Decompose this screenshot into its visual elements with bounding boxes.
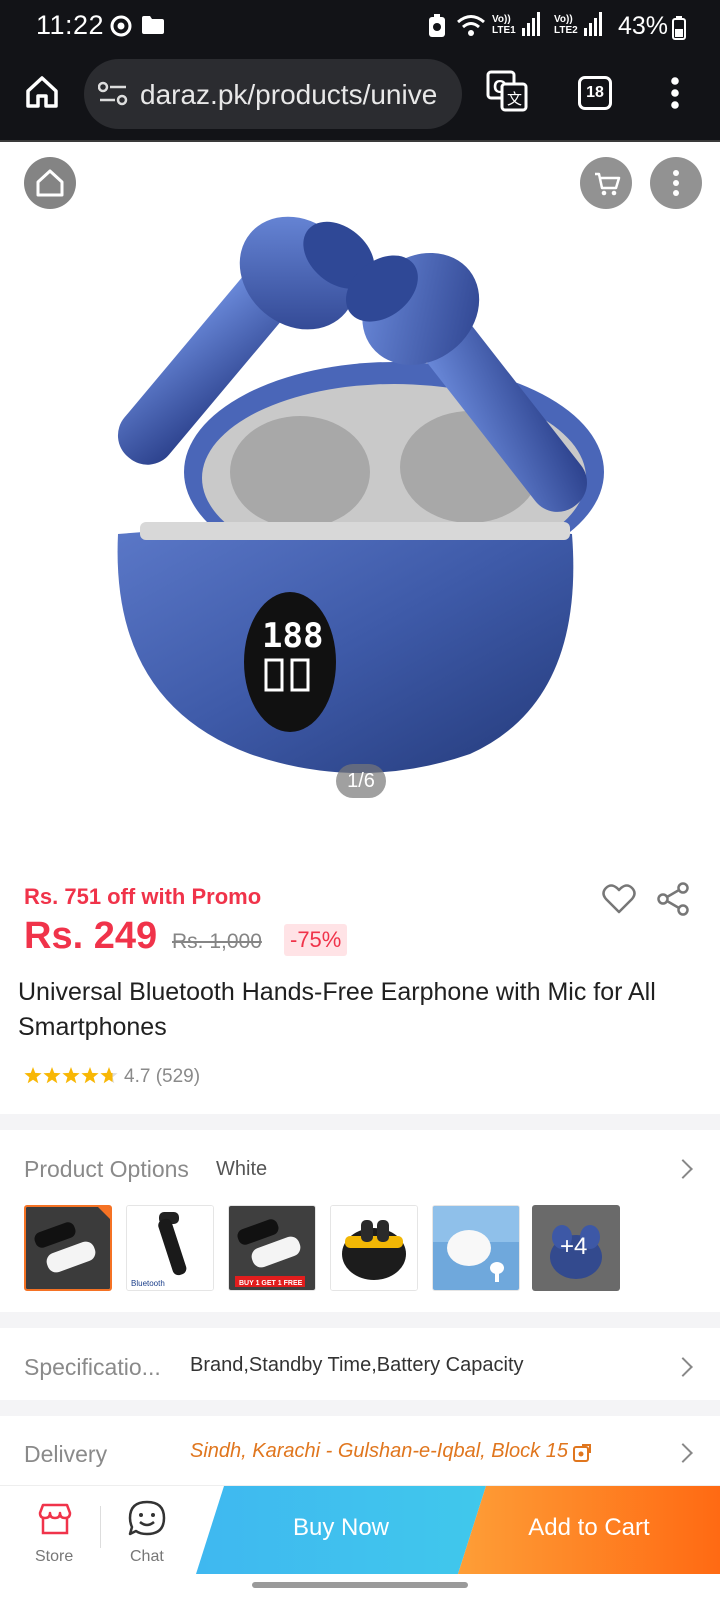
specifications-value: Brand,Standby Time,Battery Capacity — [190, 1354, 524, 1376]
site-settings-icon[interactable] — [98, 81, 128, 107]
translate-icon[interactable]: G 文 — [486, 70, 528, 112]
star-icon — [62, 1067, 80, 1084]
current-price: Rs. 249 — [24, 915, 158, 957]
svg-text:文: 文 — [507, 91, 522, 108]
tab-switcher-button[interactable]: 18 — [578, 76, 612, 110]
delivery-label: Delivery — [24, 1441, 108, 1467]
home-icon — [36, 169, 64, 197]
address-bar[interactable]: daraz.pk/products/unive — [84, 59, 462, 129]
battery-icon — [672, 16, 686, 40]
buy-now-button[interactable]: Buy Now — [196, 1486, 486, 1574]
store-button[interactable]: Store — [20, 1486, 90, 1574]
chat-label: Chat — [130, 1548, 164, 1565]
svg-text:BUY 1 GET 1 FREE: BUY 1 GET 1 FREE — [239, 1280, 303, 1287]
section-divider — [0, 1312, 720, 1328]
earbuds-product-image: 188 — [117, 216, 604, 773]
url-text: daraz.pk/products/unive — [140, 79, 438, 110]
product-title: Universal Bluetooth Hands-Free Earphone … — [18, 978, 656, 1041]
earbuds-thumb-image — [331, 1206, 417, 1290]
more-menu-icon[interactable] — [670, 76, 680, 110]
home-icon[interactable] — [24, 74, 60, 110]
browser-toolbar: daraz.pk/products/unive G 文 18 — [0, 52, 720, 142]
add-to-cart-button[interactable]: Add to Cart — [458, 1486, 720, 1574]
section-divider — [0, 1400, 720, 1416]
option-thumb-white-black[interactable] — [24, 1205, 112, 1291]
rating-summary[interactable]: 4.7 (529) — [124, 1066, 200, 1088]
sim2-label: Vo)) LTE2 — [554, 14, 578, 36]
chevron-right-icon — [673, 1357, 693, 1377]
store-icon — [38, 1503, 72, 1535]
rating-stars — [24, 1067, 118, 1084]
battery-percent: 43% — [617, 12, 668, 40]
sim1-label: Vo)) LTE1 — [492, 14, 516, 36]
wifi-icon — [457, 15, 485, 36]
add-to-cart-label: Add to Cart — [528, 1514, 650, 1541]
chat-icon — [128, 1500, 166, 1536]
star-icon — [81, 1067, 99, 1084]
gallery-cart-button[interactable] — [580, 157, 632, 209]
option-thumb-white-case[interactable] — [432, 1205, 520, 1291]
buy-now-label: Buy Now — [292, 1514, 390, 1541]
star-icon — [24, 1067, 42, 1084]
option-thumb-yellow-case[interactable] — [330, 1205, 418, 1291]
chat-button[interactable]: Chat — [110, 1486, 186, 1574]
specifications-label: Specificatio... — [24, 1354, 161, 1380]
svg-text:188: 188 — [262, 616, 323, 656]
svg-text:Bluetooth: Bluetooth — [131, 1279, 165, 1288]
folder-icon — [142, 16, 164, 34]
section-divider — [0, 1114, 720, 1130]
option-thumb-black-bluetooth[interactable]: Bluetooth — [126, 1205, 214, 1291]
wishlist-heart-icon[interactable] — [602, 884, 636, 914]
chevron-right-icon — [673, 1443, 693, 1463]
gallery-home-button[interactable] — [24, 157, 76, 209]
earphone-thumb-image: BUY 1 GET 1 FREE — [229, 1206, 315, 1290]
review-count: (529) — [155, 1066, 201, 1087]
chevron-right-icon — [673, 1159, 693, 1179]
status-time: 11:22 — [36, 10, 105, 40]
chrome-icon — [110, 15, 132, 37]
original-price: Rs. 1,000 — [172, 930, 262, 953]
product-image-gallery[interactable]: 188 1/6 — [0, 142, 720, 840]
cart-icon — [595, 172, 621, 196]
earphone-thumb-image: Bluetooth — [127, 1206, 213, 1290]
earphone-thumb-image — [26, 1207, 110, 1289]
divider — [100, 1506, 101, 1548]
share-icon[interactable] — [656, 882, 690, 916]
discount-badge: -75% — [284, 924, 348, 956]
delivery-address: Sindh, Karachi - Gulshan-e-Iqbal, Block … — [190, 1440, 568, 1462]
gesture-home-bar[interactable] — [252, 1582, 468, 1588]
signal-icon-1 — [522, 12, 540, 36]
status-bar: 11:22 Vo)) LTE1 Vo)) LTE2 43% — [0, 0, 720, 52]
promo-text[interactable]: Rs. 751 off with Promo — [24, 884, 261, 910]
battery-saver-icon — [429, 14, 445, 37]
earbuds-thumb-image — [433, 1206, 519, 1290]
rating-value: 4.7 — [124, 1066, 151, 1087]
option-thumb-buy-1-get-1[interactable]: BUY 1 GET 1 FREE — [228, 1205, 316, 1291]
selected-option: White — [216, 1158, 268, 1180]
more-vertical-icon — [673, 170, 679, 196]
gallery-counter: 1/6 — [336, 764, 386, 798]
product-options-label: Product Options — [24, 1156, 189, 1182]
star-icon — [43, 1067, 61, 1084]
edit-location-icon[interactable] — [572, 1443, 592, 1463]
store-label: Store — [35, 1548, 74, 1565]
gallery-more-button[interactable] — [650, 157, 702, 209]
more-options-count: +4 — [560, 1233, 588, 1260]
signal-icon-2 — [584, 12, 602, 36]
option-thumb-more[interactable]: +4 — [532, 1205, 620, 1291]
star-icon — [100, 1067, 118, 1084]
